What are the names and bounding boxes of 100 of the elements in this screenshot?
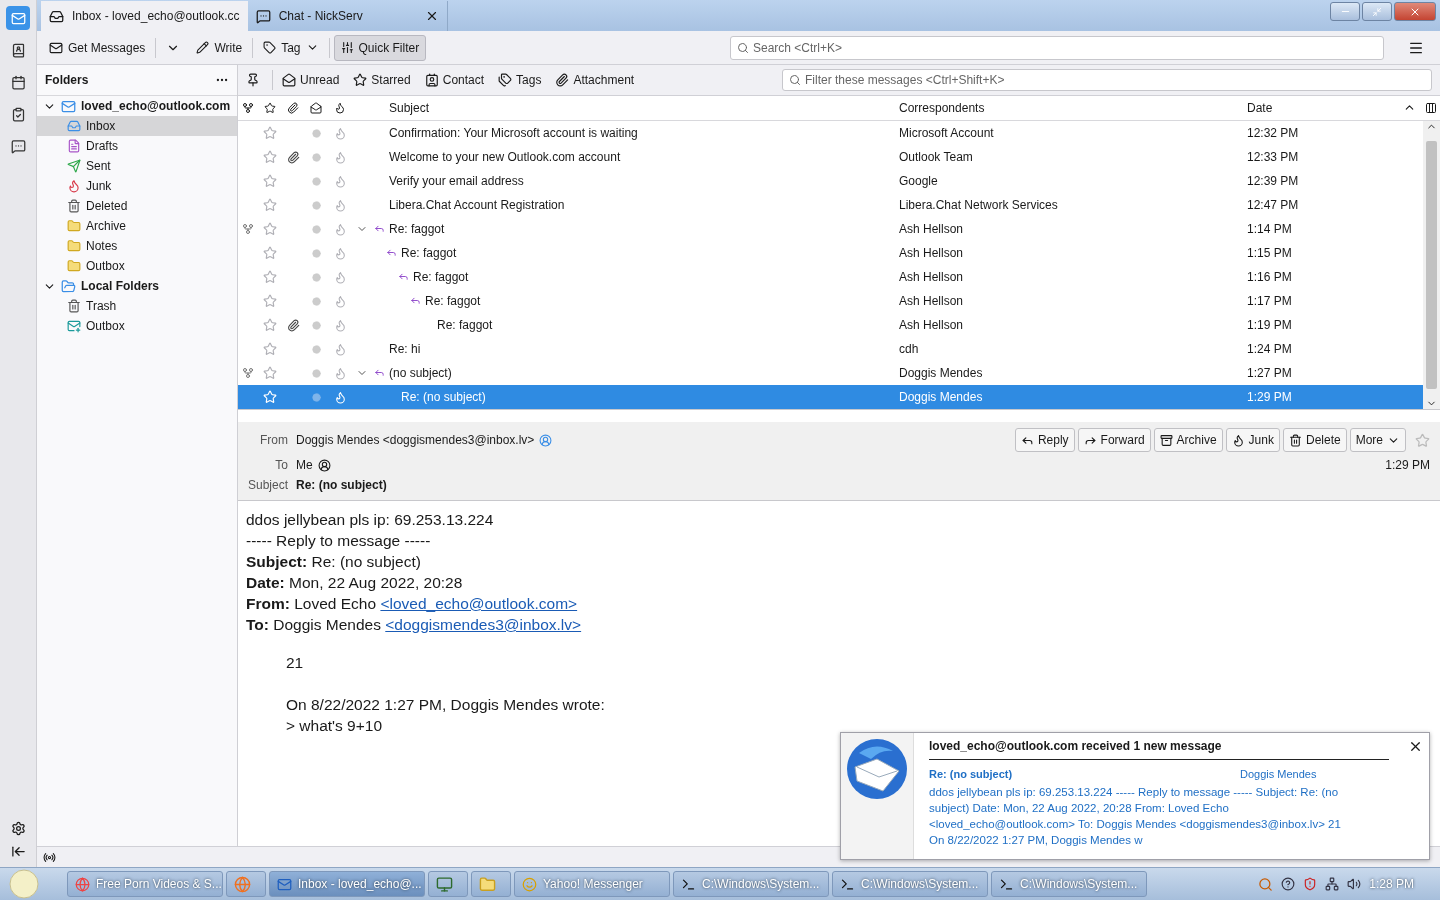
star-icon[interactable] [263,318,277,332]
star-icon[interactable] [263,246,277,260]
settings-icon[interactable] [10,821,26,836]
read-dot-icon[interactable] [311,392,321,402]
read-dot-icon[interactable] [311,176,321,186]
volume-icon[interactable] [1347,877,1362,891]
status-icon[interactable] [1281,877,1296,891]
scrollbar-thumb[interactable] [1426,141,1437,389]
filter-button[interactable]: Attachment [550,73,640,87]
toolbar-button[interactable]: Quick Filter [333,34,427,61]
star-icon[interactable] [263,222,277,236]
folder-item[interactable]: Notes [37,236,237,256]
filter-button[interactable]: Unread [277,73,345,87]
star-icon[interactable] [264,102,276,114]
toolbar-button[interactable]: Tag [257,35,325,60]
message-row[interactable]: Libera.Chat Account Registration Libera.Chat Network Services 12:47 PM [238,193,1423,217]
star-icon[interactable] [263,342,277,356]
monitor-icon [436,875,453,893]
filter-button[interactable]: Tags [493,73,547,87]
message-row[interactable]: Re: faggot Ash Hellson 1:14 PM [238,217,1423,241]
folder-item[interactable]: Outbox [37,316,237,336]
flame-icon[interactable] [334,102,346,114]
clock-text: 1:28 PM [1369,877,1414,891]
filter-button[interactable]: Contact [419,73,490,87]
message-row[interactable]: Re: faggot Ash Hellson 1:17 PM [238,289,1423,313]
column-header[interactable]: Date [1247,101,1273,115]
paperclip-icon[interactable] [287,102,299,114]
envelope-icon[interactable] [310,102,322,114]
read-dot-icon[interactable] [311,272,321,282]
action-button[interactable]: Delete [1282,428,1347,452]
column-header[interactable]: Subject [352,101,895,115]
read-dot-icon[interactable] [311,152,321,162]
action-button[interactable]: Forward [1077,428,1151,452]
collapse-icon[interactable] [10,844,26,859]
message-row[interactable]: Re: faggot Ash Hellson 1:15 PM [238,241,1423,265]
correspondent-text: Doggis Mendes [898,390,984,404]
toolbar-button[interactable]: Get Messages [43,35,152,60]
account-item[interactable]: Local Folders [37,276,237,296]
account-item[interactable]: loved_echo@outlook.com [37,96,237,116]
activity-icon[interactable] [43,850,56,864]
mail-icon[interactable] [6,6,30,30]
close-icon[interactable] [1408,739,1423,754]
read-dot-icon[interactable] [311,248,321,258]
folder-item[interactable]: Drafts [37,136,237,156]
star-icon[interactable] [263,174,277,188]
read-dot-icon[interactable] [311,200,321,210]
star-icon[interactable] [263,270,277,284]
star-icon[interactable] [263,150,277,164]
star-icon[interactable] [1415,432,1430,448]
message-row[interactable]: Verify your email address Google 12:39 PM [238,169,1423,193]
message-row[interactable]: Re: faggot Ash Hellson 1:16 PM [238,265,1423,289]
email-link[interactable]: <loved_echo@outlook.com> [380,595,578,612]
message-row[interactable]: Re: faggot Ash Hellson 1:19 PM [238,313,1423,337]
search-icon[interactable] [1258,876,1274,892]
action-button[interactable]: Archive [1153,428,1223,452]
toolbar-button[interactable]: Write [190,35,249,60]
action-button[interactable]: Reply [1014,428,1075,452]
read-dot-icon[interactable] [311,296,321,306]
read-dot-icon[interactable] [311,128,321,138]
message-row[interactable]: Re: hi cdh 1:24 PM [238,337,1423,361]
taskbar-item[interactable] [428,871,468,897]
minimize-button[interactable] [1330,2,1360,21]
network-icon[interactable] [1325,877,1340,891]
folder-item[interactable]: Outbox [37,256,237,276]
message-row[interactable]: Confirmation: Your Microsoft account is waiting Microsoft Account 12:32 PM [238,121,1423,145]
tab[interactable]: Inbox - loved_echo@outlook.cc [41,1,248,31]
pin-icon[interactable] [246,73,260,87]
thread-icon[interactable] [242,102,254,114]
read-dot-icon[interactable] [311,368,321,378]
filter-field[interactable]: Filter these messages <Ctrl+Shift+K> [782,69,1432,91]
folder-item[interactable]: Trash [37,296,237,316]
read-dot-icon[interactable] [311,344,321,354]
folder-item[interactable]: Sent [37,156,237,176]
search-field[interactable]: Search <Ctrl+K> [730,35,1384,60]
folder-item[interactable]: Inbox [37,116,237,136]
contact-icon [317,458,331,472]
read-dot-icon[interactable] [311,320,321,330]
action-button[interactable]: More [1349,428,1406,452]
star-icon[interactable] [263,366,277,380]
message-row[interactable]: Re: (no subject) Doggis Mendes 1:29 PM [238,385,1423,409]
close-button[interactable] [1394,2,1436,21]
read-dot-icon[interactable] [311,224,321,234]
email-link[interactable]: <doggismendes3@inbox.lv> [385,616,582,633]
columns-icon[interactable] [1425,102,1437,114]
star-icon[interactable] [263,198,277,212]
start-button[interactable] [7,869,41,899]
shield-icon[interactable] [1303,877,1318,891]
taskbar-item[interactable] [226,871,266,897]
folder-item[interactable]: Archive [37,216,237,236]
star-icon[interactable] [263,126,277,140]
star-icon[interactable] [263,294,277,308]
taskbar-item[interactable] [471,871,511,897]
folder-item[interactable]: Junk [37,176,237,196]
folder-item[interactable]: Deleted [37,196,237,216]
message-row[interactable]: Welcome to your new Outlook.com account Outlook Team 12:33 PM [238,145,1423,169]
message-row[interactable]: (no subject) Doggis Mendes 1:27 PM [238,361,1423,385]
filter-button[interactable]: Starred [348,73,416,87]
restore-button[interactable] [1362,2,1392,21]
action-button[interactable]: Junk [1225,428,1280,452]
column-header[interactable]: Correspondents [895,101,1243,115]
